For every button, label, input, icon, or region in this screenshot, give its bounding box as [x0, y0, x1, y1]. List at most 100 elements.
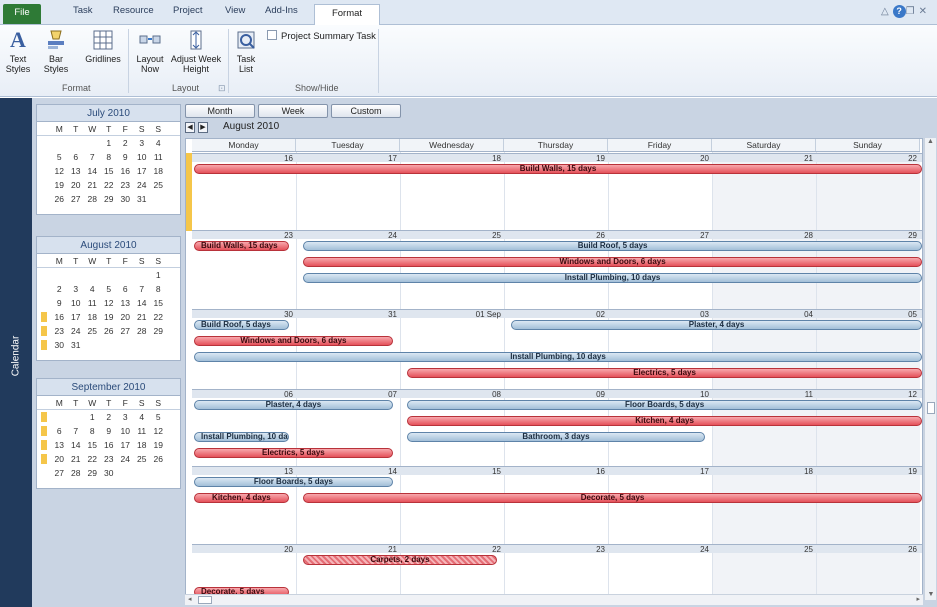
- date-number[interactable]: 23: [192, 231, 296, 240]
- date-number[interactable]: 07: [296, 390, 400, 399]
- mini-calendar-day[interactable]: 12: [101, 296, 118, 310]
- date-number[interactable]: 24: [296, 231, 400, 240]
- mini-calendar-title[interactable]: July 2010: [37, 105, 180, 122]
- mini-calendar-day[interactable]: 4: [84, 282, 101, 296]
- date-number[interactable]: 29: [816, 231, 920, 240]
- mini-calendar-day[interactable]: [84, 136, 101, 150]
- date-number[interactable]: 27: [608, 231, 712, 240]
- mini-calendar-day[interactable]: 25: [84, 324, 101, 338]
- mini-calendar-day[interactable]: 17: [117, 438, 134, 452]
- mini-calendar-day[interactable]: 28: [84, 192, 101, 206]
- horizontal-scrollbar[interactable]: ◂ ▸: [185, 594, 923, 605]
- mini-calendar-day[interactable]: [51, 268, 68, 282]
- scroll-right-icon[interactable]: ▸: [916, 595, 920, 603]
- mini-calendar-day[interactable]: 17: [134, 164, 151, 178]
- mini-calendar-week[interactable]: 30 31: [37, 338, 180, 352]
- task-bar-plaster[interactable]: Plaster, 4 days: [194, 400, 393, 410]
- date-number[interactable]: 19: [504, 154, 608, 163]
- mini-calendar-day[interactable]: 14: [68, 438, 85, 452]
- mini-calendar-day[interactable]: [68, 268, 85, 282]
- mini-calendar-day[interactable]: 18: [134, 438, 151, 452]
- mini-calendar-day[interactable]: [68, 136, 85, 150]
- mini-calendar-day[interactable]: 16: [51, 310, 68, 324]
- mini-calendar-day[interactable]: 29: [101, 192, 118, 206]
- date-number[interactable]: 05: [816, 310, 920, 319]
- tab-task[interactable]: Task: [73, 5, 93, 16]
- mini-calendar-day[interactable]: 8: [101, 150, 118, 164]
- date-number[interactable]: 18: [712, 467, 816, 476]
- date-number[interactable]: 30: [192, 310, 296, 319]
- mini-calendar-day[interactable]: 7: [84, 150, 101, 164]
- text-styles-button[interactable]: A Text Styles: [3, 29, 33, 75]
- mini-calendar-day[interactable]: 29: [150, 324, 167, 338]
- mini-calendar-day[interactable]: [117, 268, 134, 282]
- date-number[interactable]: 14: [296, 467, 400, 476]
- mini-calendar-day[interactable]: 7: [134, 282, 151, 296]
- mini-calendar-week[interactable]: 19 20 21 22 23 24 25: [37, 178, 180, 192]
- tab-resource[interactable]: Resource: [113, 5, 154, 16]
- adjust-week-height-button[interactable]: Adjust Week Height: [170, 29, 222, 74]
- mini-calendar-day[interactable]: 20: [117, 310, 134, 324]
- date-number[interactable]: 19: [816, 467, 920, 476]
- date-number[interactable]: 20: [608, 154, 712, 163]
- task-bar-carpets[interactable]: Carpets, 2 days: [303, 555, 497, 565]
- mini-calendar-day[interactable]: 11: [150, 150, 167, 164]
- mini-calendar-day[interactable]: 30: [117, 192, 134, 206]
- mini-calendar-day[interactable]: 22: [84, 452, 101, 466]
- mini-calendar-day[interactable]: 9: [117, 150, 134, 164]
- mini-calendar-day[interactable]: 20: [68, 178, 85, 192]
- mini-calendar-day[interactable]: 2: [117, 136, 134, 150]
- mini-calendar-day[interactable]: 19: [101, 310, 118, 324]
- date-number[interactable]: 10: [608, 390, 712, 399]
- task-bar-install-plumbing[interactable]: Install Plumbing, 10 days: [194, 352, 922, 362]
- date-number[interactable]: 21: [296, 545, 400, 554]
- mini-calendar-day[interactable]: [134, 338, 151, 352]
- mini-calendar-day[interactable]: 31: [68, 338, 85, 352]
- mini-calendar-day[interactable]: 3: [134, 136, 151, 150]
- mini-calendar-day[interactable]: 13: [117, 296, 134, 310]
- custom-view-button[interactable]: Custom: [331, 104, 401, 118]
- date-number[interactable]: 03: [608, 310, 712, 319]
- mini-calendar-day[interactable]: [150, 338, 167, 352]
- mini-calendar-week[interactable]: 1: [37, 268, 180, 282]
- mini-calendar-day[interactable]: 15: [84, 438, 101, 452]
- layout-now-button[interactable]: Layout Now: [132, 29, 168, 74]
- date-number[interactable]: 02: [504, 310, 608, 319]
- scroll-down-icon[interactable]: ▼: [925, 591, 937, 598]
- mini-calendar-week[interactable]: 5 6 7 8 9 10 11: [37, 150, 180, 164]
- mini-calendar-day[interactable]: 27: [117, 324, 134, 338]
- gridlines-button[interactable]: Gridlines: [81, 29, 125, 64]
- mini-calendar-day[interactable]: [150, 466, 167, 480]
- mini-calendar-day[interactable]: 14: [84, 164, 101, 178]
- task-bar-windows-doors[interactable]: Windows and Doors, 6 days: [194, 336, 393, 346]
- mini-calendar-week[interactable]: 27 28 29 30: [37, 466, 180, 480]
- mini-calendar-day[interactable]: 10: [117, 424, 134, 438]
- date-number[interactable]: 13: [192, 467, 296, 476]
- mini-calendar-day[interactable]: 6: [51, 424, 68, 438]
- mini-calendar-day[interactable]: 1: [84, 410, 101, 424]
- next-month-arrow-icon[interactable]: ▶: [198, 122, 208, 133]
- task-bar-plaster[interactable]: Plaster, 4 days: [511, 320, 922, 330]
- horizontal-scroll-thumb[interactable]: [198, 596, 212, 604]
- task-bar-install-plumbing[interactable]: Install Plumbing, 10 days: [194, 432, 289, 442]
- date-number[interactable]: 22: [816, 154, 920, 163]
- help-icon[interactable]: ?: [892, 5, 906, 18]
- mini-calendar-day[interactable]: 23: [51, 324, 68, 338]
- vertical-scroll-thumb[interactable]: [927, 402, 935, 414]
- date-number[interactable]: 04: [712, 310, 816, 319]
- mini-calendar-day[interactable]: 17: [68, 310, 85, 324]
- mini-calendar-day[interactable]: [84, 338, 101, 352]
- mini-calendar-day[interactable]: 27: [51, 466, 68, 480]
- mini-calendar-day[interactable]: [51, 410, 68, 424]
- date-number[interactable]: 08: [400, 390, 504, 399]
- date-number[interactable]: 23: [504, 545, 608, 554]
- mini-calendar-day[interactable]: 25: [134, 452, 151, 466]
- date-number[interactable]: 22: [400, 545, 504, 554]
- mini-calendar-day[interactable]: 28: [134, 324, 151, 338]
- minimize-ribbon-icon[interactable]: △: [881, 6, 893, 17]
- mini-calendar-day[interactable]: 13: [51, 438, 68, 452]
- mini-calendar-day[interactable]: 4: [150, 136, 167, 150]
- mini-calendar-day[interactable]: 16: [101, 438, 118, 452]
- date-number[interactable]: 26: [504, 231, 608, 240]
- mini-calendar-day[interactable]: [101, 338, 118, 352]
